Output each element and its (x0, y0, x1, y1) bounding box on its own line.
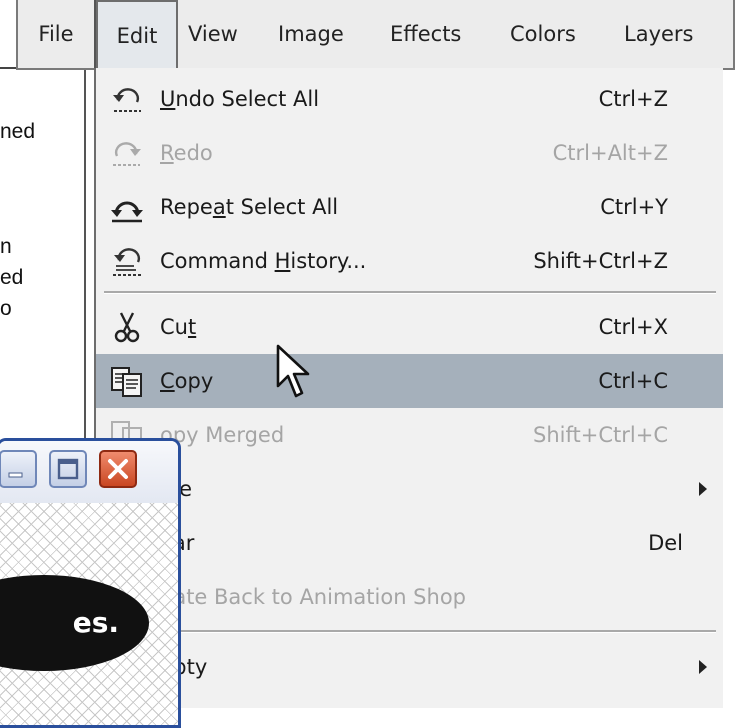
menu-separator (104, 630, 716, 633)
repeat-icon (111, 201, 143, 223)
maximize-icon (57, 458, 79, 480)
maximize-button[interactable] (49, 450, 87, 488)
menu-file[interactable]: File (18, 0, 96, 68)
callout-line (84, 68, 86, 438)
submenu-arrow-icon (699, 482, 707, 496)
menu-item-command-history[interactable]: Command History... Shift+Ctrl+Z (96, 234, 723, 288)
doc-text-line: n (0, 235, 12, 258)
menu-layers[interactable]: Layers (624, 0, 694, 68)
window-title-bar (0, 441, 178, 503)
menu-item-label: Redo (160, 141, 213, 165)
menu-item-label: Copy (160, 369, 214, 393)
menu-effects[interactable]: Effects (390, 0, 461, 68)
logo: es. (0, 575, 149, 671)
doc-text-line: ned (0, 120, 36, 143)
redo-icon (113, 142, 141, 166)
undo-icon (113, 88, 141, 112)
command-history-icon (113, 248, 141, 276)
shortcut-label: Ctrl+Z (598, 87, 668, 111)
minimize-icon (8, 472, 23, 478)
menu-item-clear[interactable]: ear Del (96, 516, 723, 570)
minimize-button[interactable] (0, 450, 37, 488)
menu-item-label: Repeat Select All (160, 195, 339, 219)
menu-item-label: Command History... (160, 249, 367, 273)
shortcut-label: Shift+Ctrl+C (533, 423, 668, 447)
menu-item-label: Cut (160, 315, 197, 339)
shortcut-label: Del (648, 531, 683, 555)
doc-text-line: ed (0, 266, 24, 289)
menu-edit[interactable]: Edit (96, 0, 178, 70)
menu-image[interactable]: Image (278, 0, 344, 68)
doc-text-line: o (0, 297, 12, 320)
copy-icon (111, 367, 142, 397)
shortcut-label: Shift+Ctrl+Z (533, 249, 668, 273)
image-canvas: es. (0, 503, 178, 725)
menu-item-label: date Back to Animation Shop (160, 585, 466, 609)
menu-separator (104, 291, 716, 294)
menu-item-label: Undo Select All (160, 87, 320, 111)
menu-item-redo[interactable]: Redo Ctrl+Alt+Z (96, 126, 723, 180)
menu-item-empty[interactable]: npty (96, 640, 723, 694)
shortcut-label: Ctrl+Alt+Z (552, 141, 668, 165)
menu-view[interactable]: View (188, 0, 238, 68)
menu-item-copy-merged[interactable]: opy Merged Shift+Ctrl+C (96, 408, 723, 462)
shortcut-label: Ctrl+Y (600, 195, 668, 219)
menu-item-update-animation-shop[interactable]: date Back to Animation Shop (96, 570, 723, 624)
menu-item-copy[interactable]: Copy Ctrl+C (96, 354, 723, 408)
menu-colors[interactable]: Colors (510, 0, 576, 68)
shortcut-label: Ctrl+C (598, 369, 668, 393)
image-window: es. (0, 438, 181, 728)
close-button[interactable] (99, 450, 137, 488)
menu-item-undo[interactable]: Undo Select All Ctrl+Z (96, 72, 723, 126)
menu-item-cut[interactable]: Cut Ctrl+X (96, 300, 723, 354)
mouse-pointer-icon (276, 344, 310, 398)
edit-menu-dropdown: Undo Select All Ctrl+Z Redo Ctrl+Alt+Z R… (94, 68, 723, 708)
submenu-arrow-icon (699, 660, 707, 674)
menu-item-paste[interactable]: ste (96, 462, 723, 516)
close-icon (108, 459, 128, 479)
shortcut-label: Ctrl+X (598, 315, 668, 339)
scissors-icon (114, 312, 140, 343)
menu-item-repeat[interactable]: Repeat Select All Ctrl+Y (96, 180, 723, 234)
menu-bar: File Edit View Image Effects Colors Laye… (16, 0, 735, 70)
